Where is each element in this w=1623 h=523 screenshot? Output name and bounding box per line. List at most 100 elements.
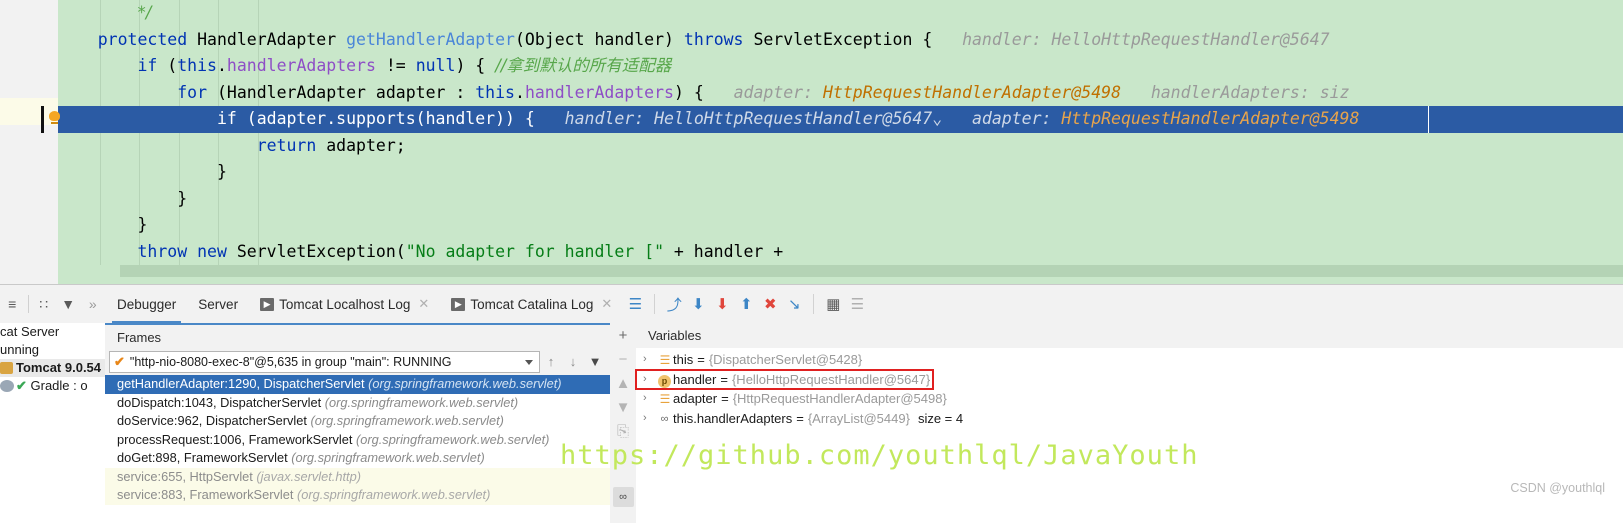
console-icon[interactable]: ☰ bbox=[623, 292, 647, 316]
frame-package: (org.springframework.web.servlet) bbox=[310, 413, 504, 428]
frames-up-button[interactable]: ↑ bbox=[540, 351, 562, 373]
debug-left-toolbar[interactable]: ≡ ∷ ▼» bbox=[0, 285, 105, 323]
line-close-brace-2[interactable]: } bbox=[58, 186, 1623, 213]
chevron-right-icon[interactable]: › bbox=[643, 370, 656, 390]
code-token: if bbox=[137, 56, 168, 75]
watches-button[interactable]: ∞ bbox=[610, 485, 636, 509]
line-return[interactable]: return adapter; bbox=[58, 133, 1623, 160]
toolbar-divider bbox=[654, 294, 656, 314]
settings-icon[interactable]: ☰ bbox=[845, 292, 869, 316]
var-row-handler[interactable]: › p handler = {HelloHttpRequestHandler@5647} bbox=[635, 368, 934, 390]
tab-tomcat-localhost-log[interactable]: ▶ Tomcat Localhost Log ✕ bbox=[249, 285, 440, 323]
variables-panel[interactable]: Variables › ☰ this = {DispatcherServlet@5428… bbox=[635, 323, 1623, 523]
frame-method: processRequest:1006, FrameworkServlet bbox=[117, 431, 356, 447]
line-close-brace-3[interactable]: } bbox=[58, 212, 1623, 239]
tab-label: Tomcat Localhost Log bbox=[279, 296, 411, 312]
tab-server[interactable]: Server bbox=[187, 285, 249, 323]
inline-hint-value[interactable]: siz bbox=[1320, 83, 1350, 102]
close-icon[interactable]: ✕ bbox=[418, 296, 429, 312]
tab-label: Server bbox=[198, 296, 239, 312]
chevron-right-icon[interactable]: › bbox=[643, 350, 656, 370]
var-row-adapter[interactable]: › ☰ adapter = {HttpRequestHandlerAdapter@549… bbox=[636, 389, 1623, 409]
line-if-null[interactable]: if (this.handlerAdapters != null) { //拿到… bbox=[58, 53, 1623, 80]
tree-row-tomcat-version[interactable]: Tomcat 9.0.54 [ bbox=[0, 359, 105, 377]
line-method-signature[interactable]: protected HandlerAdapter getHandlerAdapt… bbox=[58, 27, 1623, 54]
debug-tool-window[interactable]: ≡ ∷ ▼» Debugger Server ▶ Tomcat Localhost Log… bbox=[0, 285, 1623, 523]
line-throw[interactable]: throw new ServletException("No adapter f… bbox=[58, 239, 1623, 266]
inline-hint-label: handler: bbox=[564, 109, 655, 128]
copy-button[interactable]: ⎘ bbox=[610, 419, 636, 443]
more-icon[interactable]: » bbox=[80, 291, 105, 317]
variable-value: {HelloHttpRequestHandler@5647} bbox=[731, 371, 931, 387]
toolbar-divider bbox=[813, 294, 815, 314]
frame-method: doService:962, DispatcherServlet bbox=[117, 413, 311, 428]
frames-filter-icon[interactable]: ▼ bbox=[584, 351, 606, 373]
frame-row-processRequest[interactable]: processRequest:1006, FrameworkServlet (o… bbox=[105, 431, 610, 450]
thread-selector-row[interactable]: ✔ "http-nio-8080-exec-8"@5,635 in group … bbox=[105, 348, 610, 375]
code-token: (adapter.supports(handler)) { bbox=[246, 109, 535, 128]
frame-row-doDispatch[interactable]: doDispatch:1043, DispatcherServlet (org.… bbox=[105, 394, 610, 413]
variables-list[interactable]: › ☰ this = {DispatcherServlet@5428} › p handler… bbox=[635, 348, 1623, 429]
remove-watch-button[interactable]: − bbox=[610, 347, 636, 371]
move-up-button[interactable]: ▲ bbox=[610, 371, 636, 395]
variables-side-toolbar[interactable]: + − ▲ ▼ ⎘ ∞ bbox=[610, 323, 636, 523]
evaluate-expression-icon[interactable]: ▦ bbox=[821, 292, 845, 316]
force-step-into-icon[interactable]: ⬇ bbox=[710, 292, 734, 316]
success-check-icon: ✔ bbox=[16, 378, 31, 393]
tab-debugger[interactable]: Debugger bbox=[106, 285, 187, 323]
chevron-right-icon[interactable]: › bbox=[643, 409, 656, 429]
tab-tomcat-catalina-log[interactable]: ▶ Tomcat Catalina Log ✕ bbox=[440, 285, 623, 323]
move-down-button[interactable]: ▼ bbox=[610, 395, 636, 419]
chevron-down-icon[interactable] bbox=[525, 359, 533, 365]
var-row-this[interactable]: › ☰ this = {DispatcherServlet@5428} bbox=[636, 350, 1623, 370]
close-icon[interactable]: ✕ bbox=[601, 296, 612, 312]
step-over-icon[interactable]: ⤴ bbox=[662, 292, 686, 316]
line-close-brace-1[interactable]: } bbox=[58, 159, 1623, 186]
tree-row-gradle[interactable]: ✔ Gradle : o bbox=[0, 377, 105, 395]
frames-list[interactable]: getHandlerAdapter:1290, DispatcherServle… bbox=[105, 375, 610, 521]
inline-hint-value[interactable]: HelloHttpRequestHandler@5647⌄ bbox=[654, 109, 942, 128]
code-token: } bbox=[177, 188, 188, 208]
frame-row-doGet[interactable]: doGet:898, FrameworkServlet (org.springf… bbox=[105, 449, 610, 468]
tree-row-running[interactable]: unning bbox=[0, 341, 105, 359]
debug-tabs-row[interactable]: Debugger Server ▶ Tomcat Localhost Log ✕ ▶ Tom… bbox=[106, 285, 1623, 323]
frames-down-button[interactable]: ↓ bbox=[562, 351, 584, 373]
inline-hint-value[interactable]: HttpRequestHandlerAdapter@5498 bbox=[1061, 109, 1359, 128]
frame-package: (org.springframework.web.servlet) bbox=[296, 487, 491, 502]
frame-row-getHandlerAdapter[interactable]: getHandlerAdapter:1290, DispatcherServle… bbox=[105, 375, 610, 394]
step-out-icon[interactable]: ⬆ bbox=[734, 292, 758, 316]
frames-panel[interactable]: Frames ✔ "http-nio-8080-exec-8"@5,635 in… bbox=[105, 323, 610, 523]
collapse-all-icon[interactable]: ≡ bbox=[0, 291, 25, 317]
chevron-right-icon[interactable]: › bbox=[643, 389, 656, 409]
layout-icon[interactable]: ∷ bbox=[31, 291, 56, 317]
frame-method: service:655, HttpServlet bbox=[117, 468, 257, 484]
variable-size: size = 4 bbox=[917, 410, 964, 426]
add-watch-button[interactable]: + bbox=[610, 323, 636, 347]
var-row-handlerAdapters[interactable]: › ∞ this.handlerAdapters = {ArrayList@5449} s… bbox=[636, 409, 1623, 429]
code-editor[interactable]: */ protected HandlerAdapter getHandlerAd… bbox=[0, 0, 1623, 285]
intention-bulb-icon[interactable] bbox=[49, 111, 60, 124]
drop-frame-icon[interactable]: ✖ bbox=[758, 292, 782, 316]
frame-row-service-frameworkservlet[interactable]: service:883, FrameworkServlet (org.sprin… bbox=[105, 486, 610, 505]
code-token: ServletException { bbox=[753, 29, 933, 49]
code-surface[interactable]: */ protected HandlerAdapter getHandlerAd… bbox=[41, 0, 1623, 266]
inline-hint-value[interactable]: HelloHttpRequestHandler@5647 bbox=[1051, 30, 1329, 49]
line-if-supports[interactable]: if (adapter.supports(handler)) { handler… bbox=[41, 106, 1623, 133]
thread-selector[interactable]: ✔ "http-nio-8080-exec-8"@5,635 in group … bbox=[109, 350, 540, 373]
step-into-icon[interactable]: ⬇ bbox=[686, 292, 710, 316]
tree-row-tomcat-server[interactable]: cat Server bbox=[0, 323, 105, 341]
run-to-cursor-icon[interactable]: ↘ bbox=[782, 292, 806, 316]
inline-hint-value[interactable]: HttpRequestHandlerAdapter@5498 bbox=[823, 83, 1121, 102]
variable-name: this bbox=[673, 352, 694, 367]
filter-icon[interactable]: ▼ bbox=[56, 291, 81, 317]
frame-method: service:883, FrameworkServlet bbox=[117, 487, 297, 502]
frame-row-service-httpservlet[interactable]: service:655, HttpServlet (javax.servlet.… bbox=[105, 467, 610, 486]
services-tree[interactable]: cat Server unning Tomcat 9.0.54 [ ✔ Gradle… bbox=[0, 323, 105, 523]
frame-row-doService[interactable]: doService:962, DispatcherServlet (org.sp… bbox=[105, 412, 610, 431]
line-comment-end[interactable]: */ bbox=[58, 0, 1623, 27]
line-for-loop[interactable]: for (HandlerAdapter adapter : this.handl… bbox=[58, 80, 1623, 107]
